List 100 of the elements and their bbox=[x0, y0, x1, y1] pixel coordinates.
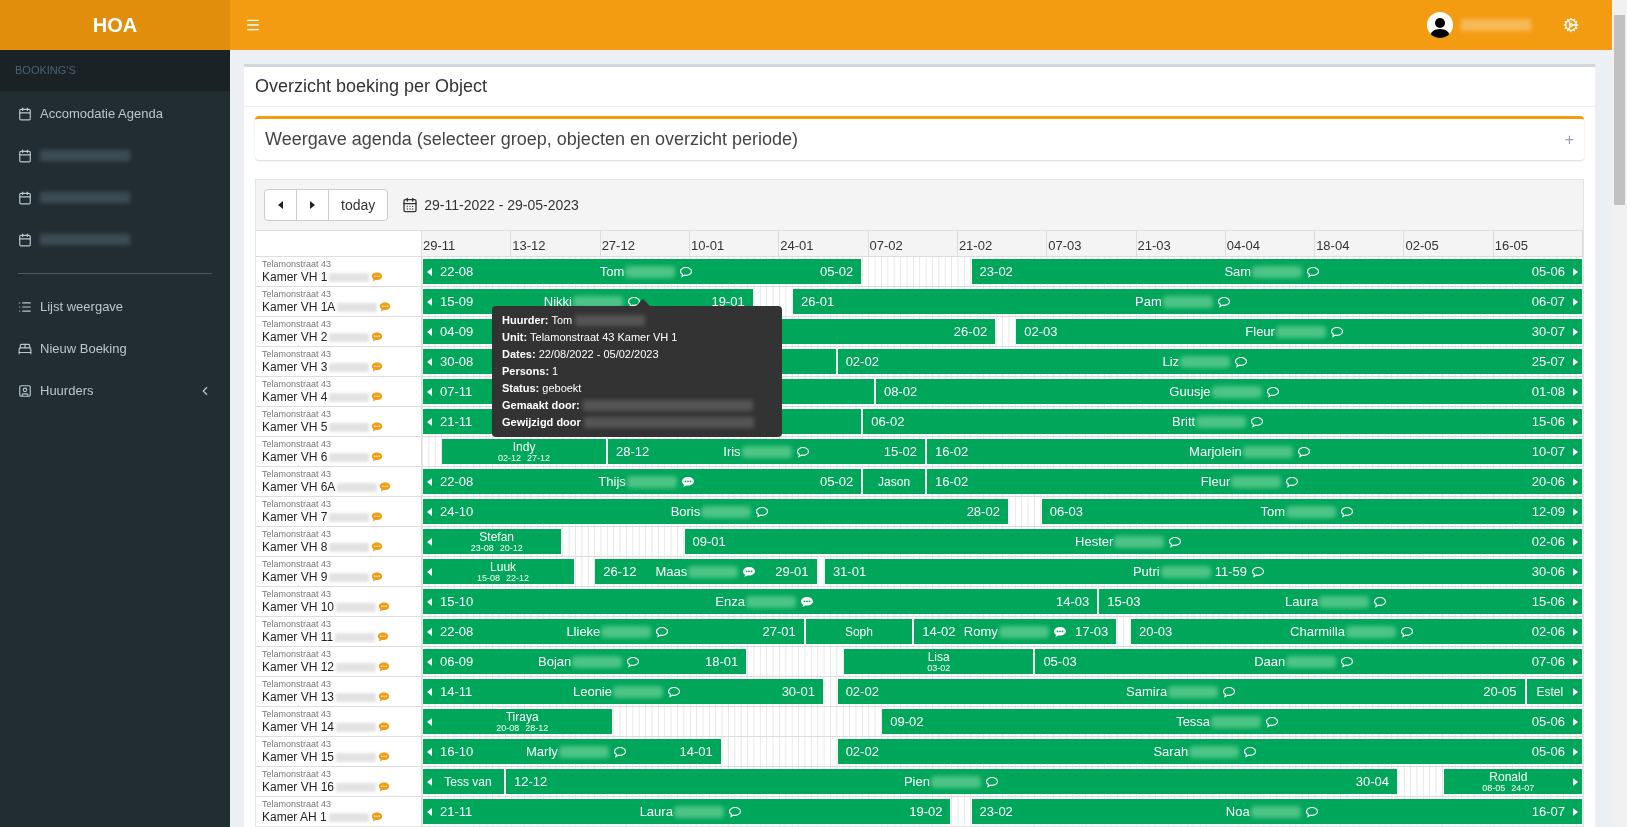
start-date: 08-05 bbox=[1482, 783, 1506, 793]
start-date: 20-08 bbox=[496, 723, 520, 733]
start-date: 09-02 bbox=[890, 712, 924, 731]
end-date: 19-01 bbox=[711, 292, 745, 311]
tooltip-label: Unit: bbox=[502, 330, 528, 346]
sidebar-label: Lijst weergave bbox=[40, 297, 124, 316]
unit-name: Kamer VH 10 bbox=[262, 601, 335, 613]
end-date: 15-02 bbox=[883, 442, 917, 461]
tenant-name: Tom bbox=[1260, 502, 1286, 521]
end-date: 26-02 bbox=[953, 322, 988, 341]
tenant-name: Ronald bbox=[1489, 770, 1528, 783]
tenant-name: Fleur bbox=[1200, 472, 1231, 491]
unit-address: Telamonstraat 43 bbox=[262, 650, 333, 659]
start-date: 16-10 bbox=[440, 742, 474, 761]
unit-address: Telamonstraat 43 bbox=[262, 770, 333, 779]
unit-address: Telamonstraat 43 bbox=[262, 290, 333, 299]
end-date: 17-03 bbox=[1075, 622, 1109, 641]
start-date: 02-02 bbox=[845, 682, 879, 701]
end-date: 18-01 bbox=[705, 652, 739, 671]
start-date: 02-12 bbox=[498, 453, 522, 463]
end-date: 01-08 bbox=[1531, 382, 1565, 401]
tenant-name: Lisa bbox=[927, 650, 950, 663]
start-date: 12-12 bbox=[513, 772, 548, 791]
unit-name: Kamer VH 7 bbox=[262, 511, 328, 523]
end-date: 28-02 bbox=[966, 502, 1000, 521]
end-date: 02-06 bbox=[1531, 532, 1565, 551]
unit-address: Telamonstraat 43 bbox=[262, 320, 333, 329]
end-date: 07-06 bbox=[1531, 652, 1565, 671]
unit-address: Telamonstraat 43 bbox=[262, 800, 333, 809]
start-date: 16-02 bbox=[934, 442, 969, 461]
end-date: 05-02 bbox=[819, 262, 854, 281]
unit-address: Telamonstraat 43 bbox=[262, 470, 333, 479]
end-date: 27-01 bbox=[762, 622, 796, 641]
start-date: 23-02 bbox=[979, 262, 1013, 281]
date-range: 29-11-2022 - 29-05-2023 bbox=[424, 195, 579, 215]
start-date: 24-10 bbox=[440, 502, 474, 521]
start-date: 15-10 bbox=[440, 592, 474, 611]
panel-title: Weergave agenda (selecteer groep, objecten en overzicht periode) bbox=[265, 128, 798, 151]
tooltip-label: Huurder: bbox=[502, 313, 549, 329]
unit-address: Telamonstraat 43 bbox=[262, 440, 333, 449]
end-date: 05-06 bbox=[1531, 262, 1565, 281]
tooltip-value: Telamonstraat 43 Kamer VH 1 bbox=[530, 330, 678, 346]
tenant-name: Thijs bbox=[598, 472, 626, 491]
start-date: 20-03 bbox=[1139, 622, 1173, 641]
end-date: 30-04 bbox=[1355, 772, 1389, 791]
unit-name: Kamer VH 1A bbox=[262, 301, 336, 313]
tenant-name: Pam bbox=[1135, 292, 1162, 311]
tenant-name: Nikki bbox=[543, 292, 572, 311]
end-date: 10-07 bbox=[1531, 442, 1565, 461]
start-date: 22-08 bbox=[440, 472, 474, 491]
start-date: 02-03 bbox=[1024, 322, 1058, 341]
tenant-name: Jason bbox=[878, 475, 911, 488]
start-date: 02-02 bbox=[845, 352, 879, 371]
start-date: 21-11 bbox=[440, 802, 473, 821]
tooltip-label: Gewijzigd door bbox=[502, 415, 581, 431]
start-date: 04-09 bbox=[440, 322, 474, 341]
unit-name: Kamer VH 4 bbox=[262, 391, 328, 403]
end-date: 14-03 bbox=[1055, 592, 1090, 611]
tenant-note: 11-59 bbox=[1214, 562, 1247, 581]
unit-address: Telamonstraat 43 bbox=[262, 380, 333, 389]
end-date: 29-01 bbox=[775, 562, 809, 581]
start-date: 06-09 bbox=[440, 652, 474, 671]
start-date: 23-02 bbox=[979, 802, 1013, 821]
tenant-name: Noa bbox=[1225, 802, 1250, 821]
tenant-name: Stefan bbox=[479, 530, 514, 543]
tooltip-value: Tom bbox=[551, 313, 573, 329]
unit-name: Kamer VH 2 bbox=[262, 331, 328, 343]
end-date: 15-06 bbox=[1531, 412, 1565, 431]
tenant-name: Laura bbox=[639, 802, 673, 821]
tenant-name: Marly bbox=[526, 742, 558, 761]
tooltip-label: Status: bbox=[502, 381, 540, 397]
tenant-name: Luuk bbox=[490, 560, 517, 573]
tenant-name: Charmilla bbox=[1290, 622, 1345, 641]
tenant-name: Enza bbox=[715, 592, 745, 611]
tenant-name: Leonie bbox=[572, 682, 612, 701]
tenant-name: Boris bbox=[670, 502, 701, 521]
tenant-name: Pien bbox=[903, 772, 930, 791]
start-date: 05-03 bbox=[1043, 652, 1077, 671]
tenant-name: Daan bbox=[1254, 652, 1286, 671]
end-date: 12-09 bbox=[1531, 502, 1565, 521]
tenant-name: Samira bbox=[1126, 682, 1168, 701]
tooltip-value: geboekt bbox=[542, 381, 582, 397]
start-date: 06-03 bbox=[1049, 502, 1083, 521]
tenant-name: Britt bbox=[1172, 412, 1196, 431]
tenant-name: Romy bbox=[963, 622, 998, 641]
tenant-name: Iris bbox=[723, 442, 741, 461]
unit-name: Kamer VH 15 bbox=[262, 751, 335, 763]
end-date: 19-02 bbox=[909, 802, 943, 821]
unit-name: Kamer VH 6 bbox=[262, 451, 328, 463]
unit-name: Kamer AH 1 bbox=[262, 811, 327, 823]
unit-address: Telamonstraat 43 bbox=[262, 500, 333, 509]
unit-address: Telamonstraat 43 bbox=[262, 710, 333, 719]
tenant-name: Liz bbox=[1162, 352, 1180, 371]
tooltip-value: 1 bbox=[552, 364, 559, 380]
start-date: 21-11 bbox=[440, 412, 473, 431]
start-date: 03-02 bbox=[927, 663, 951, 673]
unit-name: Kamer VH 3 bbox=[262, 361, 328, 373]
start-date: 09-01 bbox=[692, 532, 726, 551]
tenant-name: Llieke bbox=[566, 622, 601, 641]
start-date: 26-12 bbox=[603, 562, 637, 581]
